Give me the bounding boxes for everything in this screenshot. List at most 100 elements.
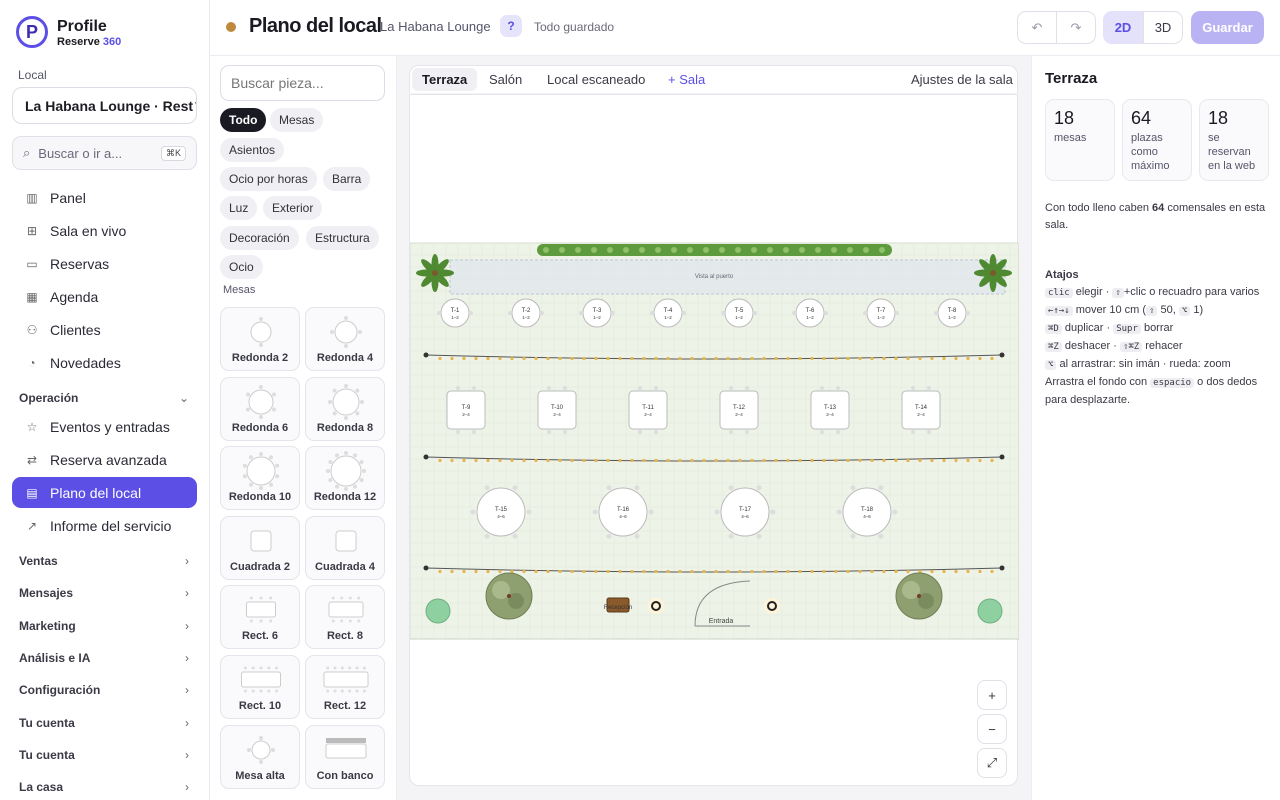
table-label: 2–4 <box>462 412 470 417</box>
local-select[interactable]: La Habana Lounge · Rest▼ <box>12 87 197 124</box>
table-label: 1–2 <box>806 315 814 320</box>
zoom-in-button[interactable]: + <box>977 680 1007 710</box>
nav-group[interactable]: Marketing › <box>19 619 189 633</box>
nav-item[interactable]: ▦ Agenda <box>12 281 197 312</box>
shortcut-line: clic elegir · ⇧ +clic o recuadro para var… <box>1045 284 1267 302</box>
room-tabs: Terraza Salón Local escaneado + Sala Aju… <box>409 65 1018 93</box>
group-operacion[interactable]: Operación ⌄ <box>19 391 189 405</box>
fit-view-button[interactable]: ⤢ <box>977 748 1007 778</box>
piece-preview-icon <box>328 596 364 623</box>
nav-item[interactable]: ▥ Panel <box>12 182 197 213</box>
piece-card[interactable]: Rect. 12 <box>305 655 385 719</box>
filter-chip[interactable]: Barra <box>323 167 371 191</box>
table-label: T-17 <box>739 507 752 513</box>
piece-card[interactable]: Rect. 8 <box>305 585 385 650</box>
piece-preview-icon <box>323 666 369 693</box>
pieces-panel: Buscar pieza... Todo Mesas Asientos Ocio po… <box>210 56 397 800</box>
nav-item[interactable]: ⚇ Clientes <box>12 314 197 345</box>
table-label: T-3 <box>593 308 602 314</box>
filter-chip[interactable]: Ocio por horas <box>220 167 317 191</box>
nav-group[interactable]: Análisis e IA › <box>19 651 189 665</box>
piece-card[interactable]: Rect. 10 <box>220 655 300 719</box>
add-room-link[interactable]: + Sala <box>668 72 705 87</box>
shortcut-line: ⌘D duplicar · Supr borrar <box>1045 320 1267 338</box>
piece-preview-icon <box>246 596 276 623</box>
room-settings-link[interactable]: Ajustes de la sala <box>911 72 1013 87</box>
piece-card[interactable]: Mesa alta <box>220 724 300 789</box>
view-3d-button[interactable]: 3D <box>1143 11 1183 44</box>
tab-terraza[interactable]: Terraza <box>412 68 478 91</box>
piece-card[interactable]: Redonda 12 <box>305 446 385 511</box>
piece-card[interactable]: Redonda 4 <box>305 307 385 371</box>
chevron-right-icon: › <box>185 586 189 601</box>
nav-group[interactable]: Configuración › <box>19 683 189 697</box>
nav-item[interactable]: ▤ Plano del local <box>12 477 197 508</box>
tab-salon[interactable]: Salón <box>489 72 522 87</box>
chevron-down-icon: ⌄ <box>178 391 189 405</box>
nav-item[interactable]: ⊞ Sala en vivo <box>12 215 197 246</box>
undo-button[interactable]: ↶ <box>1017 11 1057 44</box>
nav-group[interactable]: La casa › <box>19 780 189 794</box>
tree-icon <box>485 572 533 620</box>
nav-item[interactable]: ☆ Eventos y entradas <box>12 411 197 442</box>
piece-preview-icon <box>250 530 272 552</box>
floor-plan[interactable]: Vista al puertoT-11–2T-21–2T-31–2T-41–2T… <box>410 95 1019 787</box>
filter-chip[interactable]: Ocio <box>220 255 263 279</box>
table-label: T-4 <box>664 308 673 314</box>
shortcuts-list: clic elegir · ⇧ +clic o recuadro para var… <box>1045 284 1267 409</box>
nav-group[interactable]: Tu cuenta › <box>19 716 189 730</box>
filter-chip[interactable]: Asientos <box>220 138 285 162</box>
nav-item[interactable]: ▭ Reservas <box>12 248 197 279</box>
filter-chip[interactable]: Luz <box>220 196 258 220</box>
shortcut-hint: ⌘K <box>160 145 186 161</box>
nav-item[interactable]: ⇄ Reserva avanzada <box>12 444 197 475</box>
piece-card[interactable]: Redonda 10 <box>220 446 300 511</box>
room-title: Terraza <box>1045 70 1098 87</box>
filter-chip[interactable]: Decoración <box>220 226 299 250</box>
table-label: T-6 <box>806 308 815 314</box>
nav-group[interactable]: Tu cuenta › <box>19 748 189 762</box>
piece-preview-icon <box>328 383 364 420</box>
brand-sub: Reserve 360 <box>57 36 122 48</box>
table-label: 1–2 <box>593 315 601 320</box>
nav-search-input[interactable]: ⌕ Buscar o ir a... ⌘K <box>12 136 197 170</box>
nav-item[interactable]: ◔ Novedades <box>12 347 197 378</box>
trend-icon: ↗ <box>26 518 38 533</box>
palm-icon <box>974 254 1012 292</box>
nav-group[interactable]: Ventas › <box>19 554 189 568</box>
piece-card[interactable]: Rect. 6 <box>220 585 300 650</box>
stat-max-seats: 64 plazas como máximo <box>1122 99 1192 181</box>
piece-card[interactable]: Redonda 2 <box>220 307 300 371</box>
piece-search-input[interactable]: Buscar pieza... <box>220 65 385 101</box>
table-label: 1–2 <box>735 315 743 320</box>
star-icon: ☆ <box>26 419 38 434</box>
piece-preview-icon <box>326 451 366 492</box>
redo-button[interactable]: ↷ <box>1056 11 1096 44</box>
chevron-right-icon: › <box>185 780 189 795</box>
piece-card[interactable]: Redonda 8 <box>305 376 385 441</box>
table-label: 2–4 <box>735 412 743 417</box>
filter-chip[interactable]: Mesas <box>270 108 324 132</box>
palm-icon <box>416 254 454 292</box>
table-label: 2–4 <box>826 412 834 417</box>
piece-card[interactable]: Con banco <box>305 724 385 789</box>
filter-chip[interactable]: Estructura <box>306 226 379 250</box>
help-button[interactable]: ? <box>500 15 522 37</box>
floor-canvas[interactable]: Vista al puerto T-1 1–2 T-2 1–2 T-3 1–2 T-4 1–2 T… <box>409 94 1019 787</box>
filter-chip[interactable]: Todo <box>220 108 267 132</box>
logo-icon: P <box>16 16 48 48</box>
filter-chip[interactable]: Exterior <box>263 196 323 220</box>
save-button[interactable]: Guardar <box>1191 11 1264 44</box>
chevron-down-icon: ▼ <box>193 100 196 111</box>
zoom-out-button[interactable]: − <box>977 714 1007 744</box>
piece-card[interactable]: Redonda 6 <box>220 376 300 441</box>
piece-card[interactable]: Cuadrada 4 <box>305 515 385 580</box>
table-label: T-14 <box>915 405 928 411</box>
piece-card[interactable]: Cuadrada 2 <box>220 515 300 580</box>
nav-group[interactable]: Mensajes › <box>19 586 189 600</box>
nav-item[interactable]: ↗ Informe del servicio <box>12 510 197 541</box>
section-label: Mesas <box>223 284 256 296</box>
view-2d-button[interactable]: 2D <box>1103 11 1143 44</box>
table-label: T-15 <box>495 507 508 513</box>
tab-local-escaneado[interactable]: Local escaneado <box>547 72 645 87</box>
